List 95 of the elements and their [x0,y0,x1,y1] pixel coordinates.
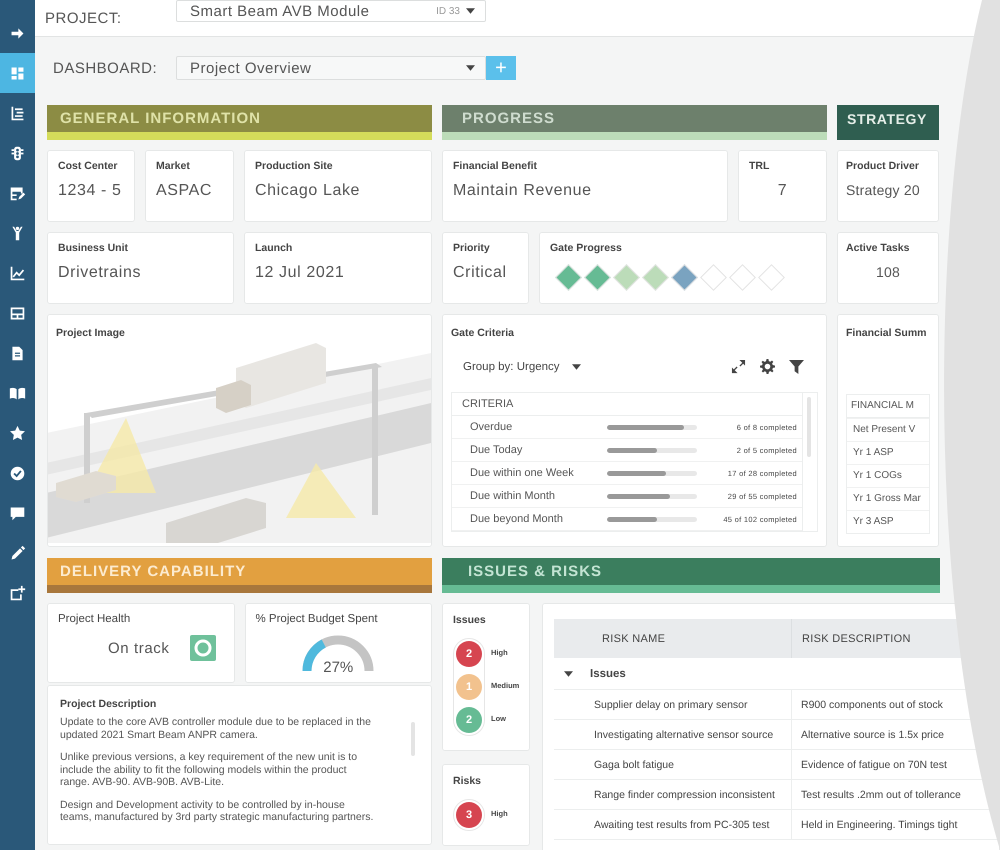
card-title: Financial Summ [846,327,928,339]
criteria-name: Due Today [470,444,524,456]
traffic-light-icon [9,144,26,162]
caret-icon [466,8,475,14]
caret-icon [466,65,475,71]
count-dot: 2 [456,641,482,667]
count-dot: 3 [456,802,482,828]
criteria-name: Due within one Week [470,467,575,479]
field-label: Gate Progress [550,242,623,254]
dashboard-label: DASHBOARD: [53,60,158,76]
count-dot: 1 [456,674,482,700]
field-value: 108 [875,264,901,280]
field-value: Strategy 20 [846,182,921,198]
table-edit-icon [9,184,26,202]
dashboard-name: Project Overview [190,60,312,76]
field-value: Chicago Lake [255,182,362,200]
field-label: Financial Benefit [453,160,538,172]
field-value: ASPAC [156,182,214,200]
section-title: GENERAL INFORMATION [60,110,261,127]
table-cell: Net Present V [847,418,929,441]
expand-icon[interactable] [731,359,746,374]
section-title: DELIVERY CAPABILITY [60,563,246,580]
check-circle-icon [9,464,26,482]
list-icon [9,104,26,122]
column-header: RISK NAME [554,619,792,658]
filter-icon[interactable] [789,359,804,374]
field-label: Market [156,160,191,172]
layout-icon [9,304,26,322]
field-label: Active Tasks [846,242,910,254]
field-label: Cost Center [58,160,119,172]
field-label: % Project Budget Spent [256,613,379,625]
status-ring-icon [190,635,216,661]
section-title: PROGRESS [462,110,556,127]
field-label: Launch [255,242,294,254]
section-title: STRATEGY [847,110,927,126]
card-title: Issues [453,614,487,626]
card-title: Project Description [60,698,158,710]
criteria-name: Due beyond Month [470,513,564,525]
star-icon [9,424,26,442]
dashboard-select[interactable]: Project Overview [176,56,486,80]
chat-icon [9,504,26,522]
field-value: Drivetrains [58,264,142,282]
count-dot: 2 [456,707,482,733]
table-cell-text: R900 components out of stock [800,698,943,712]
table-cell-text: Test results .2mm out of tollerance [800,788,961,802]
group-name: Issues [590,668,626,680]
field-value: 7 [776,182,788,200]
settings-icon[interactable] [760,359,775,374]
field-label: Priority [453,242,491,254]
table-cell: Yr 3 ASP [847,510,929,533]
column-header: FINANCIAL M [847,395,929,418]
group-by-dropdown[interactable]: Group by: Urgency [463,360,581,372]
column-header: RISK DESCRIPTION [801,632,911,646]
dashboard-icon [9,64,26,82]
caret-icon[interactable] [564,670,573,676]
table-cell-text: Evidence of fatigue on 70N test [800,758,947,772]
description-paragraph: Design and Development activity to be controlled by in-house teams, manufactured by 3rd party strategic manufacturing partners. [60,798,374,824]
description-paragraph: Update to the core AVB controller module due to be replaced in the updated 2021 Smart Beam ANPR camera. [60,716,372,741]
table-cell: Yr 1 COGs [847,464,929,487]
table-cell: Gaga bolt fatigue [554,750,792,779]
criteria-name: Due within Month [470,490,556,502]
health-status: On track [108,640,170,656]
section-title: ISSUES & RISKS [468,563,602,580]
caret-icon [572,364,581,370]
field-value: 12 Jul 2021 [255,264,346,282]
field-value: Maintain Revenue [453,182,593,200]
project-select[interactable]: Smart Beam AVB Module ID 33 [176,0,486,22]
line-chart-icon [9,264,26,282]
field-label: Product Driver [846,160,920,172]
field-label: Business Unit [58,242,130,254]
field-label: Project Health [58,613,132,625]
field-label: TRL [749,160,770,172]
table-cell: Supplier delay on primary sensor [554,690,792,719]
table-cell: Investigating alternative sensor source [554,720,792,749]
project-label: PROJECT: [45,10,123,26]
field-label: Production Site [255,160,334,172]
table-cell: Awaiting test results from PC-305 test [554,810,792,839]
table-cell: Yr 1 ASP [847,441,929,464]
table-cell-text: Held in Engineering. Timings tight [800,818,958,832]
column-header: CRITERIA [452,393,802,416]
table-cell-text: Alternative source is 1.5x price [800,728,944,742]
project-id: ID 33 [436,6,460,16]
criteria-name: Overdue [470,421,514,433]
card-title: Risks [453,775,482,787]
pencil-icon [9,544,26,562]
card-title: Gate Criteria [451,327,516,339]
field-value: 1234 - 5 [58,182,123,200]
table-cell: Yr 1 Gross Mar [847,487,929,510]
gauge-reading: 27% [322,659,354,676]
project-name: Smart Beam AVB Module [190,2,370,20]
table-cell: Range finder compression inconsistent [554,780,792,809]
field-value: Critical [453,264,508,282]
add-window-icon [9,584,26,602]
card-title: Project Image [56,327,126,339]
description-paragraph: Unlike previous versions, a key requirement of the new unit is to include the ability to fit the following models within the product range. AVB-90. AVB-90B. AVB-Lite. [60,751,358,788]
